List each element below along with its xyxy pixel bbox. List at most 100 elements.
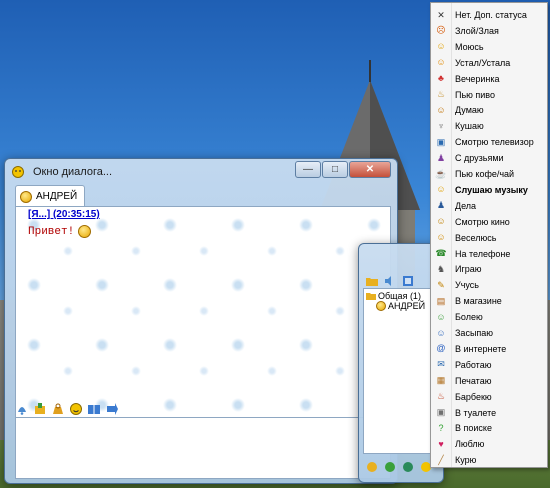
love-icon: ♥ <box>438 438 444 449</box>
internet-icon: @ <box>436 343 446 354</box>
tab-contact[interactable]: АНДРЕЙ <box>15 185 86 207</box>
status-menu[interactable]: ✕ Нет. Доп. статуса ☹ Злой/Злая ☺ Моюсь ☺ Устал… <box>430 2 548 468</box>
status-menu-item[interactable]: ♆ Кушаю <box>431 118 547 134</box>
menu-icon[interactable] <box>365 460 379 474</box>
contact-list-bottom-bar <box>365 460 437 474</box>
bath-icon: ☺ <box>436 41 446 52</box>
contact-online-icon <box>376 301 386 311</box>
dialog-window[interactable]: Окно диалога... — □ ✕ АНДРЕЙ [Я...] (20:… <box>4 158 398 484</box>
smoke-icon: ╱ <box>438 454 444 465</box>
phone-icon: ☎ <box>435 248 447 258</box>
status-menu-item[interactable]: ☎ На телефоне <box>431 246 547 262</box>
status-menu-item-label: В магазине <box>455 296 502 307</box>
status-menu-item[interactable]: ▤ В магазине <box>431 293 547 309</box>
status-menu-item-label: Учусь <box>455 280 479 291</box>
folder-icon[interactable] <box>365 274 379 288</box>
sound-icon[interactable] <box>383 274 397 288</box>
contact-name: АНДРЕЙ <box>388 301 426 311</box>
status-menu-item-label: На телефоне <box>455 248 511 259</box>
study-icon: ✎ <box>437 279 445 290</box>
status-menu-item[interactable]: ☕ Пью кофе/чай <box>431 166 547 182</box>
status-menu-item-label: Пью пиво <box>455 89 495 100</box>
business-icon: ♟ <box>436 200 446 211</box>
typing-icon: ▦ <box>436 375 446 386</box>
search-status-icon: ? <box>438 422 444 433</box>
status-menu-item[interactable]: ♞ Играю <box>431 261 547 277</box>
status-menu-item-label: В туалете <box>455 407 497 418</box>
tired-icon: ☺ <box>436 57 446 68</box>
xstatus-icon[interactable] <box>401 460 415 474</box>
status-menu-item[interactable]: ♨ Пью пиво <box>431 87 547 103</box>
movie-icon: ☺ <box>436 216 446 227</box>
status-menu-item[interactable]: ♣ Вечеринка <box>431 71 547 87</box>
status-menu-item[interactable]: ☺ Засыпаю <box>431 325 547 341</box>
friends-icon: ♟ <box>436 152 446 163</box>
bag-icon[interactable] <box>51 402 65 416</box>
sleep-icon: ☺ <box>436 327 446 338</box>
status-menu-item[interactable]: ☺ Моюсь <box>431 39 547 55</box>
tv-icon: ▣ <box>436 136 446 147</box>
dialog-title: Окно диалога... <box>33 166 113 178</box>
status-menu-item[interactable]: ♟ Дела <box>431 198 547 214</box>
status-menu-item[interactable]: ▦ Печатаю <box>431 373 547 389</box>
message-input[interactable] <box>15 417 391 479</box>
coffee-icon: ☕ <box>435 168 447 179</box>
status-menu-item[interactable]: ♟ С друзьями <box>431 150 547 166</box>
fun-icon: ☺ <box>436 232 446 243</box>
game-icon: ♞ <box>436 263 446 274</box>
status-menu-item[interactable]: ✎ Учусь <box>431 277 547 293</box>
send-arrow-icon[interactable] <box>105 402 119 416</box>
maximize-button[interactable]: □ <box>322 161 348 178</box>
status-menu-item-label: Злой/Злая <box>455 25 499 36</box>
bell-icon[interactable] <box>15 402 29 416</box>
status-menu-item-label: Люблю <box>455 439 485 450</box>
smiley-picker-icon[interactable] <box>69 402 83 416</box>
shop-icon: ▤ <box>436 295 446 306</box>
status-menu-item[interactable]: ☺ Болею <box>431 309 547 325</box>
smiley-icon <box>78 225 92 238</box>
group-general[interactable]: Общая (1) <box>366 291 421 301</box>
file-send-icon[interactable] <box>33 402 47 416</box>
party-icon: ♣ <box>438 73 444 84</box>
tab-bar: АНДРЕЙ <box>15 185 387 207</box>
minimize-button[interactable]: — <box>295 161 321 178</box>
status-menu-item[interactable]: ☹ Злой/Злая <box>431 23 547 39</box>
status-menu-item[interactable]: ☺ Веселюсь <box>431 230 547 246</box>
status-icon[interactable] <box>383 460 397 474</box>
message-text: Привет! <box>28 225 75 238</box>
contacts-book-icon[interactable] <box>401 274 415 288</box>
status-menu-item-label: В интернете <box>455 343 507 354</box>
status-menu-item[interactable]: ╱ Курю <box>431 452 547 468</box>
status-menu-item-label: Моюсь <box>455 41 484 52</box>
status-menu-item-label: Работаю <box>455 359 492 370</box>
status-menu-item-label: С друзьями <box>455 153 504 164</box>
status-menu-item[interactable]: ✉ Работаю <box>431 357 547 373</box>
status-menu-item[interactable]: ☺ Смотрю кино <box>431 214 547 230</box>
message-toolbar <box>15 401 123 417</box>
status-menu-item[interactable]: ☺ Слушаю музыку <box>431 182 547 198</box>
status-menu-item[interactable]: ▣ В туалете <box>431 405 547 421</box>
status-menu-item-label: Веселюсь <box>455 232 497 243</box>
status-menu-item-label: Слушаю музыку <box>455 184 528 195</box>
eat-icon: ♆ <box>437 120 445 131</box>
status-menu-item-label: Печатаю <box>455 375 492 386</box>
status-menu-item-label: Смотрю кино <box>455 216 510 227</box>
status-menu-item-label: Думаю <box>455 105 484 116</box>
contact-item[interactable]: АНДРЕЙ <box>376 301 425 311</box>
dialog-titlebar[interactable]: Окно диалога... — □ ✕ <box>5 159 397 185</box>
status-menu-item[interactable]: ♥ Люблю <box>431 436 547 452</box>
status-menu-item[interactable]: ☺ Думаю <box>431 102 547 118</box>
status-menu-item[interactable]: ? В поиске <box>431 420 547 436</box>
history-book-icon[interactable] <box>87 402 101 416</box>
status-menu-item-label: Нет. Доп. статуса <box>455 10 527 20</box>
close-button[interactable]: ✕ <box>349 161 391 178</box>
status-menu-item[interactable]: ▣ Смотрю телевизор <box>431 134 547 150</box>
status-menu-item[interactable]: ♨ Барбекю <box>431 389 547 405</box>
status-menu-item-label: Болею <box>455 312 483 323</box>
status-menu-item[interactable]: ☺ Устал/Устала <box>431 55 547 71</box>
angry-icon: ☹ <box>436 25 446 36</box>
status-menu-item[interactable]: ✕ Нет. Доп. статуса <box>431 7 547 23</box>
message-header[interactable]: [Я...] (20:35:15) <box>28 209 100 220</box>
think-icon: ☺ <box>436 104 446 115</box>
status-menu-item[interactable]: @ В интернете <box>431 341 547 357</box>
